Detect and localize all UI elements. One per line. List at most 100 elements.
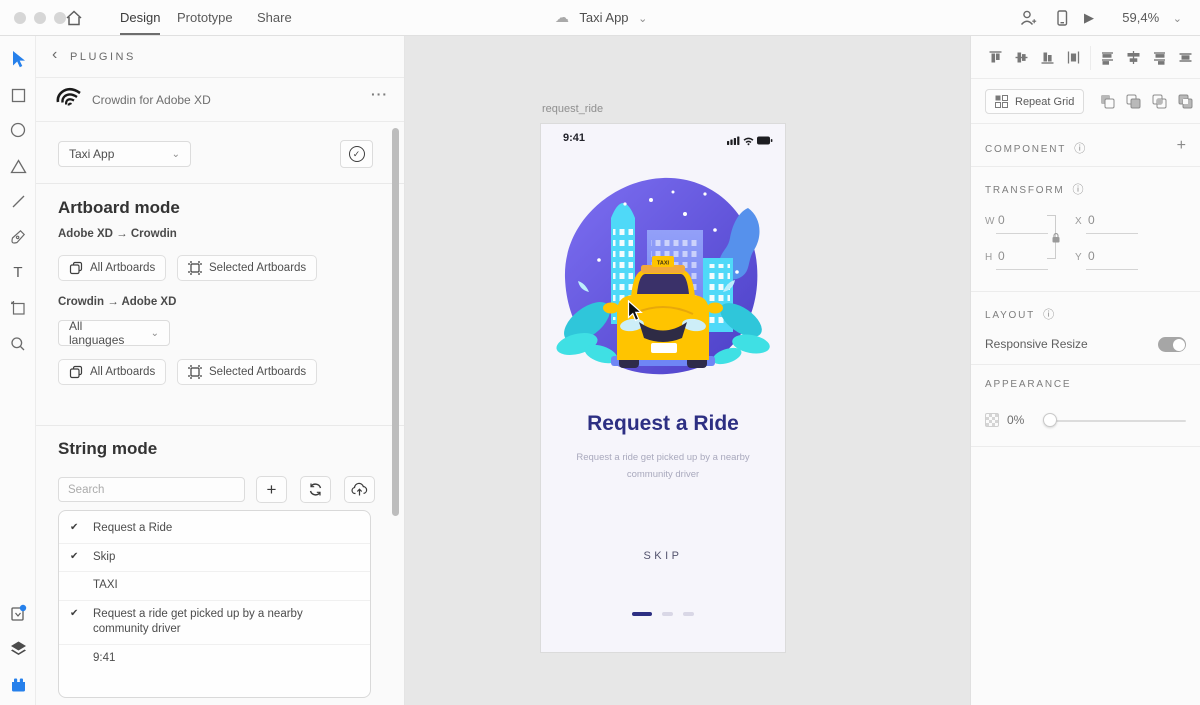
design-canvas[interactable]: request_ride 9:41 TAXI Request a Ride Re… bbox=[406, 36, 970, 705]
text-tool-icon[interactable]: T bbox=[8, 262, 28, 282]
check-icon: ✔ bbox=[70, 607, 79, 619]
languages-select[interactable]: All languages ⌄ bbox=[58, 319, 170, 347]
info-icon[interactable]: ⓘ bbox=[1043, 309, 1054, 321]
boolean-intersect-icon[interactable] bbox=[1151, 93, 1168, 110]
appearance-title: APPEARANCE bbox=[985, 379, 1072, 390]
skip-button[interactable]: SKIP bbox=[541, 550, 785, 562]
string-list-item[interactable]: ✔ 9:41 bbox=[59, 645, 370, 673]
repeat-grid-row: Repeat Grid bbox=[971, 79, 1200, 124]
artboard-tool-icon[interactable] bbox=[8, 298, 28, 318]
distribute-vertical-icon[interactable] bbox=[1065, 49, 1082, 66]
project-select[interactable]: Taxi App ⌄ bbox=[58, 141, 191, 167]
svg-text:TAXI: TAXI bbox=[657, 261, 670, 267]
line-tool-icon[interactable] bbox=[8, 191, 28, 211]
opacity-row: 0% bbox=[971, 413, 1200, 429]
crowdin-to-xd-label: Crowdin → Adobe XD bbox=[58, 296, 177, 308]
distribute-horizontal-icon[interactable] bbox=[1177, 49, 1194, 66]
page-indicator bbox=[541, 605, 785, 623]
component-section: COMPONENT ⓘ + bbox=[971, 124, 1200, 167]
screen-title[interactable]: Request a Ride bbox=[541, 412, 785, 436]
appearance-section: APPEARANCE 0% bbox=[971, 365, 1200, 447]
align-middle-vertical-icon[interactable] bbox=[1013, 49, 1030, 66]
repeat-grid-button[interactable]: Repeat Grid bbox=[985, 89, 1085, 114]
tab-design[interactable]: Design bbox=[120, 0, 161, 35]
check-icon: ✔ bbox=[70, 550, 79, 562]
ellipse-tool-icon[interactable] bbox=[8, 120, 28, 140]
responsive-resize-label: Responsive Resize bbox=[985, 337, 1088, 351]
xd-to-crowdin-label: Adobe XD → Crowdin bbox=[58, 228, 177, 240]
pen-tool-icon[interactable] bbox=[8, 227, 28, 247]
more-options-icon[interactable]: ··· bbox=[371, 86, 388, 102]
boolean-exclude-icon[interactable] bbox=[1177, 93, 1194, 110]
artboard-name-label[interactable]: request_ride bbox=[542, 103, 603, 115]
cloud-icon: ☁ bbox=[555, 9, 569, 25]
panel-scrollbar[interactable] bbox=[392, 128, 399, 516]
info-icon[interactable]: ⓘ bbox=[1073, 184, 1084, 196]
opacity-value[interactable]: 0% bbox=[1007, 413, 1024, 427]
string-list-item[interactable]: ✔ TAXI bbox=[59, 572, 370, 601]
component-title: COMPONENT ⓘ bbox=[985, 143, 1086, 155]
tab-share[interactable]: Share bbox=[257, 0, 292, 35]
add-string-button[interactable]: + bbox=[256, 476, 287, 503]
taxi-illustration: TAXI bbox=[556, 177, 770, 375]
info-icon[interactable]: ⓘ bbox=[1074, 143, 1085, 155]
chevron-down-icon: ⌄ bbox=[171, 148, 180, 160]
adobe-xd-window: Design Prototype Share ☁ Taxi App ⌄ ▶ 59… bbox=[0, 0, 1200, 705]
zoom-tool-icon[interactable] bbox=[8, 334, 28, 354]
add-component-icon[interactable]: + bbox=[1177, 137, 1186, 155]
home-icon[interactable] bbox=[64, 8, 84, 28]
align-top-icon[interactable] bbox=[987, 49, 1004, 66]
align-center-horizontal-icon[interactable] bbox=[1125, 49, 1142, 66]
boolean-add-icon[interactable] bbox=[1099, 93, 1116, 110]
align-bottom-icon[interactable] bbox=[1039, 49, 1056, 66]
tab-prototype[interactable]: Prototype bbox=[177, 0, 233, 35]
zoom-level-control[interactable]: 59,4% ⌄ bbox=[1122, 0, 1182, 35]
plugins-panel-icon[interactable] bbox=[8, 674, 28, 694]
all-artboards-button[interactable]: All Artboards bbox=[58, 255, 167, 281]
opacity-slider-knob[interactable] bbox=[1043, 413, 1057, 427]
boolean-subtract-icon[interactable] bbox=[1125, 93, 1142, 110]
align-left-icon[interactable] bbox=[1099, 49, 1116, 66]
layout-section: LAYOUT ⓘ Responsive Resize bbox=[971, 292, 1200, 365]
device-preview-icon[interactable] bbox=[1052, 8, 1072, 28]
all-artboards-button-2[interactable]: All Artboards bbox=[58, 359, 167, 385]
window-minimize-button[interactable] bbox=[34, 12, 46, 24]
status-time: 9:41 bbox=[563, 132, 586, 144]
window-close-button[interactable] bbox=[14, 12, 26, 24]
check-circle-icon: ✓ bbox=[348, 146, 365, 162]
layers-panel-icon[interactable] bbox=[8, 638, 28, 658]
string-list-item[interactable]: ✔ Request a ride get picked up by a near… bbox=[59, 601, 370, 645]
invite-user-icon[interactable] bbox=[1018, 8, 1038, 28]
responsive-resize-toggle[interactable] bbox=[1158, 337, 1186, 352]
opacity-slider-track[interactable] bbox=[1049, 420, 1186, 422]
upload-button[interactable] bbox=[344, 476, 375, 503]
plugins-header-label: PLUGINS bbox=[70, 51, 136, 63]
refresh-button[interactable] bbox=[300, 476, 331, 503]
string-list: ✔ Request a Ride ✔ Skip ✔ TAXI ✔ Request… bbox=[58, 510, 371, 698]
plugin-name-label: Crowdin for Adobe XD bbox=[92, 93, 211, 107]
signal-icon bbox=[727, 136, 740, 145]
layout-title: LAYOUT ⓘ bbox=[985, 309, 1055, 321]
select-tool-icon[interactable] bbox=[8, 49, 28, 69]
string-list-item[interactable]: ✔ Skip bbox=[59, 544, 370, 573]
lock-icon[interactable] bbox=[1051, 231, 1061, 249]
artboard-request-ride[interactable]: 9:41 TAXI Request a Ride Request a ride … bbox=[541, 124, 785, 652]
selected-artboards-button[interactable]: Selected Artboards bbox=[177, 255, 318, 281]
selected-artboards-button-2[interactable]: Selected Artboards bbox=[177, 359, 318, 385]
divider bbox=[36, 425, 404, 426]
back-chevron-icon[interactable]: ‹ bbox=[52, 46, 57, 64]
play-icon[interactable]: ▶ bbox=[1084, 10, 1104, 30]
polygon-tool-icon[interactable] bbox=[8, 156, 28, 176]
search-input[interactable] bbox=[58, 477, 245, 502]
confirm-project-button[interactable]: ✓ bbox=[340, 140, 373, 168]
copy-stack-icon bbox=[69, 261, 83, 275]
align-right-icon[interactable] bbox=[1151, 49, 1168, 66]
document-title[interactable]: ☁ Taxi App ⌄ bbox=[555, 0, 647, 35]
rectangle-tool-icon[interactable] bbox=[8, 85, 28, 105]
assets-panel-icon[interactable] bbox=[8, 603, 28, 623]
check-icon: ✔ bbox=[70, 522, 79, 533]
string-list-item[interactable]: ✔ Request a Ride bbox=[59, 515, 370, 544]
screen-subtitle[interactable]: Request a ride get picked up by a nearby… bbox=[573, 450, 753, 483]
plugin-title-row: Crowdin for Adobe XD ··· bbox=[36, 78, 404, 122]
page-dot bbox=[683, 612, 695, 616]
